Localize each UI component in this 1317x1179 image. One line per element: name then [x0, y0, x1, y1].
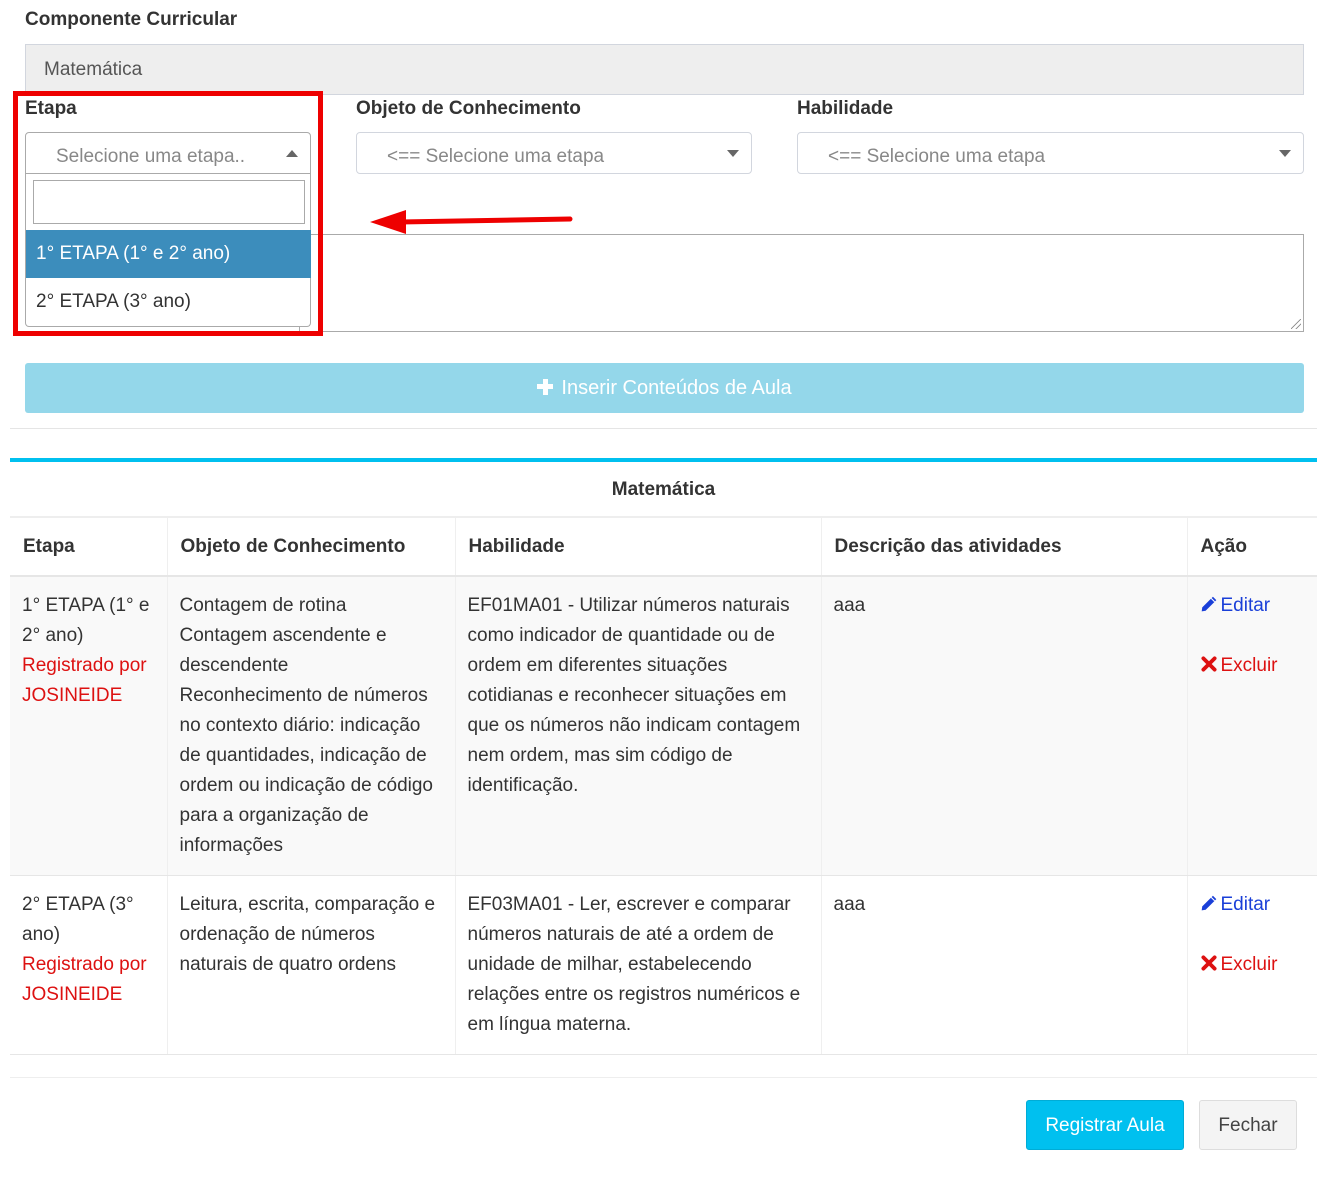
edit-link[interactable]: Editar: [1200, 591, 1306, 621]
etapa-value: 2° ETAPA (3° ano): [22, 894, 134, 945]
table-title: Matemática: [10, 462, 1317, 518]
descricao-cell: aaa: [821, 875, 1188, 1055]
objeto-line: Contagem ascendente e descendente: [179, 625, 387, 676]
habilidade-cell: EF01MA01 - Utilizar números naturais com…: [455, 576, 822, 876]
objeto-label: Objeto de Conhecimento: [356, 98, 581, 119]
etapa-value: 1° ETAPA (1° e 2° ano): [22, 595, 150, 646]
col-header-descricao: Descrição das atividades: [821, 518, 1188, 577]
pencil-icon: [1201, 596, 1216, 612]
close-icon: [1200, 955, 1217, 971]
chevron-down-icon: [1279, 150, 1291, 157]
insert-content-label: Inserir Conteúdos de Aula: [561, 377, 792, 399]
footer-divider: [10, 1077, 1317, 1078]
divider: [10, 428, 1317, 429]
insert-content-button[interactable]: Inserir Conteúdos de Aula: [25, 363, 1304, 413]
etapa-cell: 2° ETAPA (3° ano) Registrado por JOSINEI…: [10, 875, 168, 1055]
registrado-por: Registrado por JOSINEIDE: [22, 954, 147, 1005]
arrow-annotation: [370, 210, 573, 234]
table-row: 2° ETAPA (3° ano) Registrado por JOSINEI…: [10, 875, 1317, 1055]
col-header-objeto: Objeto de Conhecimento: [167, 518, 456, 577]
register-class-button[interactable]: Registrar Aula: [1026, 1100, 1184, 1150]
col-header-acao: Ação: [1187, 518, 1317, 577]
objeto-select[interactable]: <== Selecione uma etapa: [356, 132, 752, 174]
pencil-icon: [1201, 895, 1216, 911]
habilidade-select[interactable]: <== Selecione uma etapa: [797, 132, 1304, 174]
delete-label: Excluir: [1220, 655, 1278, 676]
descricao-textarea[interactable]: [299, 234, 1304, 332]
highlight-annotation: [13, 91, 323, 336]
delete-link[interactable]: Excluir: [1200, 651, 1306, 681]
close-button[interactable]: Fechar: [1199, 1100, 1297, 1150]
acao-cell: Editar Excluir: [1187, 576, 1317, 876]
objeto-cell: Contagem de rotina Contagem ascendente e…: [167, 576, 456, 876]
objeto-line: Contagem de rotina: [179, 595, 347, 616]
habilidade-select-placeholder: <== Selecione uma etapa: [828, 146, 1046, 167]
acao-cell: Editar Excluir: [1187, 875, 1317, 1055]
descricao-cell: aaa: [821, 576, 1188, 876]
resize-handle[interactable]: [1291, 319, 1301, 329]
col-header-habilidade: Habilidade: [455, 518, 822, 577]
etapa-cell: 1° ETAPA (1° e 2° ano) Registrado por JO…: [10, 576, 168, 876]
chevron-down-icon: [727, 150, 739, 157]
objeto-line: Reconhecimento de números no contexto di…: [179, 685, 434, 856]
componente-label: Componente Curricular: [25, 9, 238, 30]
delete-link[interactable]: Excluir: [1200, 950, 1306, 980]
edit-link[interactable]: Editar: [1200, 890, 1306, 920]
componente-field: Matemática: [25, 44, 1304, 95]
habilidade-label: Habilidade: [797, 98, 894, 119]
close-icon: [1200, 656, 1217, 672]
plus-icon: [537, 379, 554, 395]
delete-label: Excluir: [1220, 954, 1278, 975]
objeto-cell: Leitura, escrita, comparação e ordenação…: [167, 875, 456, 1055]
table-header-row: Etapa Objeto de Conhecimento Habilidade …: [10, 518, 1317, 577]
objeto-line: Leitura, escrita, comparação e ordenação…: [179, 894, 436, 975]
content-table: Etapa Objeto de Conhecimento Habilidade …: [10, 518, 1317, 1055]
edit-label: Editar: [1220, 894, 1271, 915]
habilidade-cell: EF03MA01 - Ler, escrever e comparar núme…: [455, 875, 822, 1055]
registrado-por: Registrado por JOSINEIDE: [22, 655, 147, 706]
edit-label: Editar: [1220, 595, 1271, 616]
objeto-select-placeholder: <== Selecione uma etapa: [387, 146, 605, 167]
table-row: 1° ETAPA (1° e 2° ano) Registrado por JO…: [10, 576, 1317, 876]
col-header-etapa: Etapa: [10, 518, 168, 577]
